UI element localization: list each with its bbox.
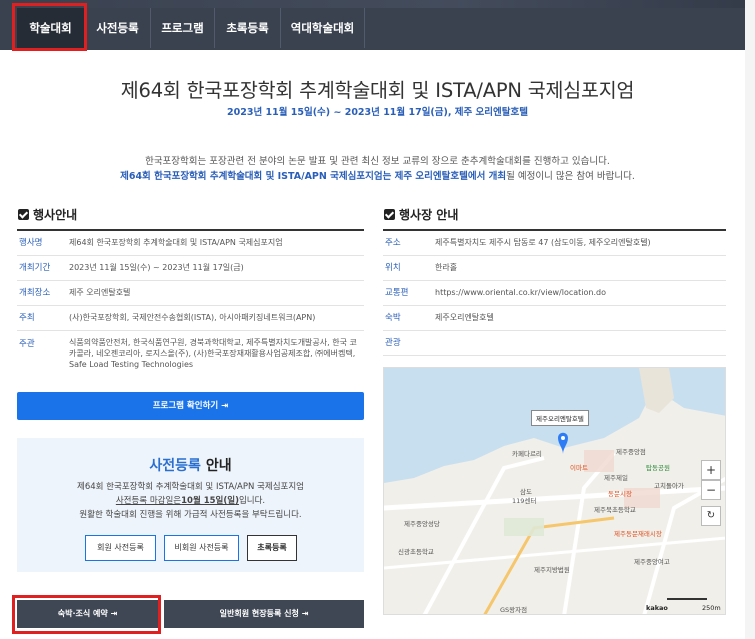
event-info-table: 행사명 제64회 한국포장학회 추계학술대회 및 ISTA/APN 국제심포지엄 … (17, 229, 364, 376)
map-label: 제주중앙여고 (634, 558, 670, 566)
map-label: 119센터 (512, 497, 537, 505)
map-label: 신광초등학교 (398, 548, 434, 556)
deadline-text: 사전등록 마감일은 (115, 496, 182, 506)
venue-info-table: 주소 제주특별자치도 제주시 탑동로 47 (삼도이동, 제주오리엔탈호텔) 위치… (383, 229, 726, 356)
registration-title-dark: 안내 (205, 458, 232, 474)
checkbox-icon (18, 209, 29, 220)
registration-line-2: 사전등록 마감일은10월 15일(일)입니다. (17, 494, 364, 506)
map-label: 제주제일 (604, 474, 628, 482)
refresh-map-button[interactable]: ↻ (701, 506, 721, 526)
map-label: 제주중앙점 (616, 448, 646, 456)
nav-tab-past-conferences[interactable]: 역대학술대회 (281, 8, 365, 48)
venue-info-heading-text: 행사장 안내 (399, 208, 459, 222)
abstract-submission-button[interactable]: 초록등록 (247, 535, 297, 561)
map-label: 제주중앙성당 (404, 520, 440, 528)
info-row: 행사명 제64회 한국포장학회 추계학술대회 및 ISTA/APN 국제심포지엄 (17, 231, 364, 256)
onsite-label: 일반회원 현장등록 신청 (219, 609, 299, 618)
map-label: 제주동문재래시장 (614, 530, 662, 538)
event-info-heading-text: 행사안내 (33, 208, 78, 222)
checkbox-icon (384, 209, 395, 220)
map-label: GS왕자점 (500, 606, 528, 614)
venue-info-heading: 행사장 안내 (384, 206, 458, 223)
info-key: 교통편 (385, 288, 409, 298)
info-row: 개최기간 2023년 11월 15일(수) ~ 2023년 11월 17일(금) (17, 256, 364, 281)
info-key: 주최 (19, 313, 35, 323)
enter-icon: ⇥ (301, 609, 309, 618)
registration-title-blue: 사전등록 (149, 458, 201, 474)
registration-line-3: 원활한 학술대회 진행을 위해 가급적 사전등록을 부탁드립니다. (79, 510, 302, 520)
info-value: 2023년 11월 15일(수) ~ 2023년 11월 17일(금) (69, 263, 244, 272)
nav-tab-preregistration[interactable]: 사전등록 (85, 8, 151, 48)
nav-highlight-box (12, 3, 87, 51)
program-button-label: 프로그램 확인하기 (152, 401, 219, 411)
transport-link[interactable]: https://www.oriental.co.kr/view/location… (435, 281, 726, 305)
info-value: 제64회 한국포장학회 추계학술대회 및 ISTA/APN 국제심포지엄 (69, 238, 283, 247)
event-dates: 2023년 11월 15일(수) ~ 2023년 11월 17일(금), 제주 … (227, 107, 528, 118)
info-row: 주소 제주특별자치도 제주시 탑동로 47 (삼도이동, 제주오리엔탈호텔) (383, 231, 726, 256)
kakao-logo: kakao (646, 604, 668, 612)
map-scale: 250m (702, 604, 721, 612)
info-value: 제주 오리엔탈호텔 (69, 288, 131, 297)
info-value: (사)한국포장학회, 국제안전수송협회(ISTA), 아시아패키징네트워크(AP… (69, 313, 316, 322)
event-info-heading: 행사안내 (18, 206, 77, 223)
info-row: 숙박 제주오리엔탈호텔 (383, 306, 726, 331)
intro-highlight: 제64회 한국포장학회 추계학술대회 및 ISTA/APN 국제심포지엄는 제주… (120, 171, 507, 182)
info-row: 개최장소 제주 오리엔탈호텔 (17, 281, 364, 306)
info-key: 주소 (385, 238, 401, 248)
registration-title: 사전등록 안내 (17, 455, 364, 475)
deadline-suffix: 입니다. (238, 496, 266, 506)
intro-rest: 될 예정이니 많은 참여 바랍니다. (506, 171, 635, 182)
intro-line-1: 한국포장학회는 포장관련 전 분야의 논문 발표 및 관련 최신 정보 교류의 … (145, 156, 610, 167)
map-label: 카페다르리 (512, 450, 542, 458)
onsite-registration-button[interactable]: 일반회원 현장등록 신청 ⇥ (164, 600, 364, 628)
info-key: 개최장소 (19, 288, 51, 298)
nav-tab-abstract[interactable]: 초록등록 (215, 8, 281, 48)
page-scrollbar[interactable] (745, 0, 755, 639)
registration-box: 사전등록 안내 제64회 한국포장학회 추계학술대회 및 ISTA/APN 국제… (17, 438, 364, 572)
enter-icon: ⇥ (221, 401, 229, 411)
map-label: 제주북초등학교 (594, 506, 636, 514)
info-key: 위치 (385, 263, 401, 273)
map-label: 제주지방법원 (534, 566, 570, 574)
info-key: 행사명 (19, 238, 43, 248)
registration-line-1: 제64회 한국포장학회 추계학술대회 및 ISTA/APN 국제심포지엄 (77, 482, 304, 492)
lodging-highlight-box (12, 595, 161, 634)
map-label: 동문시장 (608, 490, 632, 498)
info-key: 개최기간 (19, 263, 51, 273)
info-row: 위치 한라홀 (383, 256, 726, 281)
deadline-date: 10월 15일(일) (181, 496, 239, 506)
info-value: 식품의약품안전처, 한국식품연구원, 경북과학대학교, 제주특별자치도개발공사,… (69, 338, 357, 369)
info-key: 숙박 (385, 313, 401, 323)
info-value (435, 331, 726, 355)
nonmember-preregistration-button[interactable]: 비회원 사전등록 (164, 535, 239, 561)
map-label: 이마트 (570, 464, 588, 472)
info-key: 주관 (19, 339, 35, 349)
nav-tab-program[interactable]: 프로그램 (151, 8, 215, 48)
info-key: 관광 (385, 338, 401, 348)
info-value: 제주특별자치도 제주시 탑동로 47 (삼도이동, 제주오리엔탈호텔) (435, 238, 651, 247)
intro-line-2: 제64회 한국포장학회 추계학술대회 및 ISTA/APN 국제심포지엄는 제주… (0, 168, 755, 182)
info-row: 주최 (사)한국포장학회, 국제안전수송협회(ISTA), 아시아패키징네트워크(… (17, 306, 364, 331)
member-preregistration-button[interactable]: 회원 사전등록 (85, 535, 156, 561)
zoom-in-button[interactable]: + (701, 460, 721, 480)
map-tooltip: 제주오리엔탈호텔 (531, 410, 589, 426)
map-label: 탑동공원 (646, 464, 670, 472)
info-row: 교통편 https://www.oriental.co.kr/view/locat… (383, 281, 726, 306)
zoom-out-button[interactable]: − (701, 480, 721, 500)
map-graphic (384, 368, 725, 614)
program-button[interactable]: 프로그램 확인하기 ⇥ (17, 392, 364, 420)
info-value: 한라홀 (435, 263, 458, 272)
location-map[interactable]: 제주오리엔탈호텔 카페다르리 제주중앙점 이마트 탑동공원 제주제일 삼도 11… (383, 367, 726, 615)
info-row: 주관 식품의약품안전처, 한국식품연구원, 경북과학대학교, 제주특별자치도개발공… (17, 331, 364, 376)
info-row: 관광 (383, 331, 726, 356)
map-label: 고치돌아가 (654, 482, 684, 490)
info-value: 제주오리엔탈호텔 (435, 313, 494, 322)
page-title: 제64회 한국포장학회 추계학술대회 및 ISTA/APN 국제심포지엄 (120, 79, 635, 102)
